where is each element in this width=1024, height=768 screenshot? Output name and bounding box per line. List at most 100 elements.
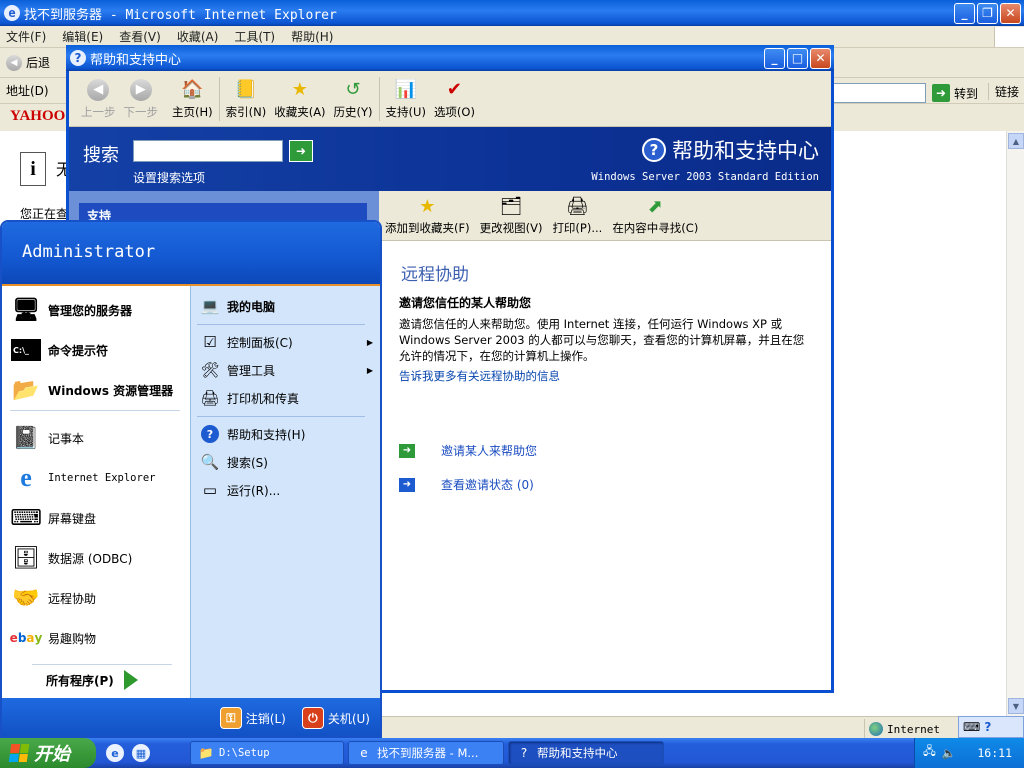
add-favorites-button[interactable]: ★ 添加到收藏夹(F) bbox=[385, 196, 470, 236]
internet-explorer-icon: e bbox=[360, 746, 368, 760]
ebay-item[interactable]: ebay 易趣购物 bbox=[10, 620, 96, 656]
yahoo-link[interactable]: YAHOO bbox=[10, 108, 65, 125]
change-view-icon: 🗂 bbox=[499, 196, 523, 217]
next-label: 下一步 bbox=[123, 104, 159, 119]
command-prompt-item[interactable]: C:\_ 命令提示符 bbox=[10, 332, 108, 368]
links-button[interactable]: 链接 bbox=[988, 83, 1019, 100]
shutdown-button[interactable]: ⏻ 关机(U) bbox=[301, 707, 370, 729]
ie-logo-icon: e bbox=[4, 5, 20, 21]
remote-assistance-item[interactable]: 🤝 远程协助 bbox=[10, 580, 96, 616]
start-menu: Administrator 🖥 管理您的服务器 C:\_ 命令提示符 📂 Win… bbox=[0, 220, 382, 738]
item-label: 易趣购物 bbox=[48, 631, 97, 646]
content-body: 邀请您信任的人来帮助您。使用 Internet 连接，任何运行 Windows … bbox=[399, 317, 805, 363]
more-info-link[interactable]: 告诉我更多有关远程协助的信息 bbox=[399, 368, 560, 384]
invite-status-link[interactable]: ➜ 查看邀请状态 (0) bbox=[399, 476, 534, 493]
notepad-item[interactable]: 📓 记事本 bbox=[10, 420, 84, 456]
menu-favorites[interactable]: 收藏(A) bbox=[177, 28, 219, 45]
vertical-scrollbar[interactable]: ▲ ▼ bbox=[1006, 131, 1024, 716]
internet-explorer-item[interactable]: e Internet Explorer bbox=[10, 460, 155, 496]
task-help-center[interactable]: ? 帮助和支持中心 bbox=[508, 741, 664, 765]
home-icon: 🏠 bbox=[181, 79, 204, 100]
search-item[interactable]: 🔍 搜索(S) bbox=[199, 450, 373, 474]
home-button[interactable]: 🏠 主页(H) bbox=[168, 74, 217, 124]
task-setup-folder[interactable]: 📁 D:\Setup bbox=[190, 741, 344, 765]
next-button[interactable]: ▶ 下一步 bbox=[120, 74, 163, 124]
network-icon[interactable]: 🖧 bbox=[923, 744, 936, 763]
search-input[interactable] bbox=[133, 140, 283, 162]
index-button[interactable]: 📒 索引(N) bbox=[222, 74, 271, 124]
item-label: 打印机和传真 bbox=[227, 391, 300, 406]
run-icon: ▭ bbox=[202, 481, 218, 499]
search-icon: 🔍 bbox=[200, 453, 220, 471]
help-support-item[interactable]: ? 帮助和支持(H) bbox=[199, 422, 373, 446]
menu-file[interactable]: 文件(F) bbox=[6, 28, 46, 45]
menu-view[interactable]: 查看(V) bbox=[119, 28, 161, 45]
ie-title: 找不到服务器 - Microsoft Internet Explorer bbox=[24, 7, 337, 23]
manage-server-item[interactable]: 🖥 管理您的服务器 bbox=[10, 292, 132, 328]
minimize-button[interactable]: _ bbox=[954, 2, 975, 24]
clock[interactable]: 16:11 bbox=[977, 746, 1012, 760]
options-button[interactable]: ✔ 选项(O) bbox=[430, 74, 479, 124]
item-label: 管理工具 bbox=[227, 363, 276, 378]
submenu-arrow-icon: ▶ bbox=[366, 337, 373, 347]
help-icon: ? bbox=[984, 720, 992, 734]
search-go-button[interactable]: ➜ bbox=[289, 140, 313, 162]
volume-icon[interactable]: 🔈 bbox=[942, 746, 956, 760]
key-icon: ⚿ bbox=[219, 707, 242, 729]
all-programs-button[interactable]: 所有程序(P) bbox=[46, 670, 138, 690]
history-label: 历史(Y) bbox=[333, 104, 373, 119]
help-minimize-button[interactable]: _ bbox=[764, 47, 785, 69]
ie-title-bar[interactable]: e 找不到服务器 - Microsoft Internet Explorer _… bbox=[0, 0, 1024, 26]
close-button[interactable]: ✕ bbox=[1000, 2, 1021, 24]
start-button[interactable]: 开始 bbox=[0, 738, 96, 768]
help-maximize-button[interactable]: □ bbox=[787, 47, 808, 69]
admin-tools-item[interactable]: 🛠 管理工具 ▶ bbox=[199, 358, 373, 382]
explorer-item[interactable]: 📂 Windows 资源管理器 bbox=[10, 372, 173, 408]
item-label: 管理您的服务器 bbox=[48, 303, 133, 318]
info-icon: i bbox=[20, 152, 46, 186]
change-view-button[interactable]: 🗂 更改视图(V) bbox=[480, 196, 543, 236]
go-button[interactable]: ➜ 转到 bbox=[932, 84, 978, 102]
edition-label: Windows Server 2003 Standard Edition bbox=[591, 171, 819, 183]
history-icon: ↺ bbox=[345, 79, 361, 100]
task-ie[interactable]: e 找不到服务器 - M... bbox=[348, 741, 504, 765]
prev-button[interactable]: ◀ 上一步 bbox=[77, 74, 120, 124]
back-icon: ◀ bbox=[87, 78, 110, 101]
printers-item[interactable]: 🖨 打印机和传真 bbox=[199, 386, 373, 410]
invite-task-link[interactable]: ➜ 邀请某人来帮助您 bbox=[399, 442, 537, 459]
internet-explorer-icon[interactable]: e bbox=[106, 744, 124, 762]
power-icon: ⏻ bbox=[301, 707, 324, 729]
run-item[interactable]: ▭ 运行(R)... bbox=[199, 478, 373, 502]
menu-divider bbox=[10, 410, 180, 411]
logoff-button[interactable]: ⚿ 注销(L) bbox=[219, 707, 286, 729]
support-button[interactable]: 📊 支持(U) bbox=[382, 74, 430, 124]
back-button[interactable]: 后退 bbox=[26, 54, 50, 71]
help-title-bar[interactable]: ? 帮助和支持中心 _ □ ✕ bbox=[66, 45, 834, 71]
show-desktop-icon[interactable]: ▦ bbox=[132, 744, 150, 762]
on-screen-keyboard-item[interactable]: ⌨ 屏幕键盘 bbox=[10, 500, 96, 536]
language-bar[interactable]: ⌨ ? bbox=[958, 716, 1024, 738]
print-button[interactable]: 🖨 打印(P)... bbox=[552, 196, 602, 236]
odbc-item[interactable]: 🗄 数据源 (ODBC) bbox=[10, 540, 132, 576]
control-panel-item[interactable]: ☑ 控制面板(C) ▶ bbox=[199, 330, 373, 354]
menu-divider bbox=[197, 416, 365, 417]
my-computer-item[interactable]: 💻 我的电脑 bbox=[199, 294, 373, 318]
explorer-folder-icon: 📂 bbox=[12, 377, 40, 403]
scroll-down-icon[interactable]: ▼ bbox=[1008, 698, 1024, 714]
address-input[interactable] bbox=[830, 83, 926, 103]
help-action-bar: ★ 添加到收藏夹(F) 🗂 更改视图(V) 🖨 打印(P)... ⬈ 在内容中寻… bbox=[379, 191, 831, 241]
scroll-up-icon[interactable]: ▲ bbox=[1008, 133, 1024, 149]
menu-edit[interactable]: 编辑(E) bbox=[62, 28, 103, 45]
history-button[interactable]: ↺ 历史(Y) bbox=[330, 74, 377, 124]
search-options-link[interactable]: 设置搜索选项 bbox=[133, 169, 205, 186]
back-arrow-icon[interactable]: ◀ bbox=[6, 54, 22, 71]
options-icon: ✔ bbox=[446, 79, 462, 100]
favorites-button[interactable]: ★ 收藏夹(A) bbox=[270, 74, 329, 124]
restore-button[interactable]: ❐ bbox=[977, 2, 998, 24]
help-close-button[interactable]: ✕ bbox=[810, 47, 831, 69]
menu-help[interactable]: 帮助(H) bbox=[291, 28, 333, 45]
index-icon: 📒 bbox=[234, 79, 258, 100]
find-in-content-button[interactable]: ⬈ 在内容中寻找(C) bbox=[612, 196, 698, 236]
item-label: 我的电脑 bbox=[227, 299, 276, 314]
menu-tools[interactable]: 工具(T) bbox=[234, 28, 275, 45]
